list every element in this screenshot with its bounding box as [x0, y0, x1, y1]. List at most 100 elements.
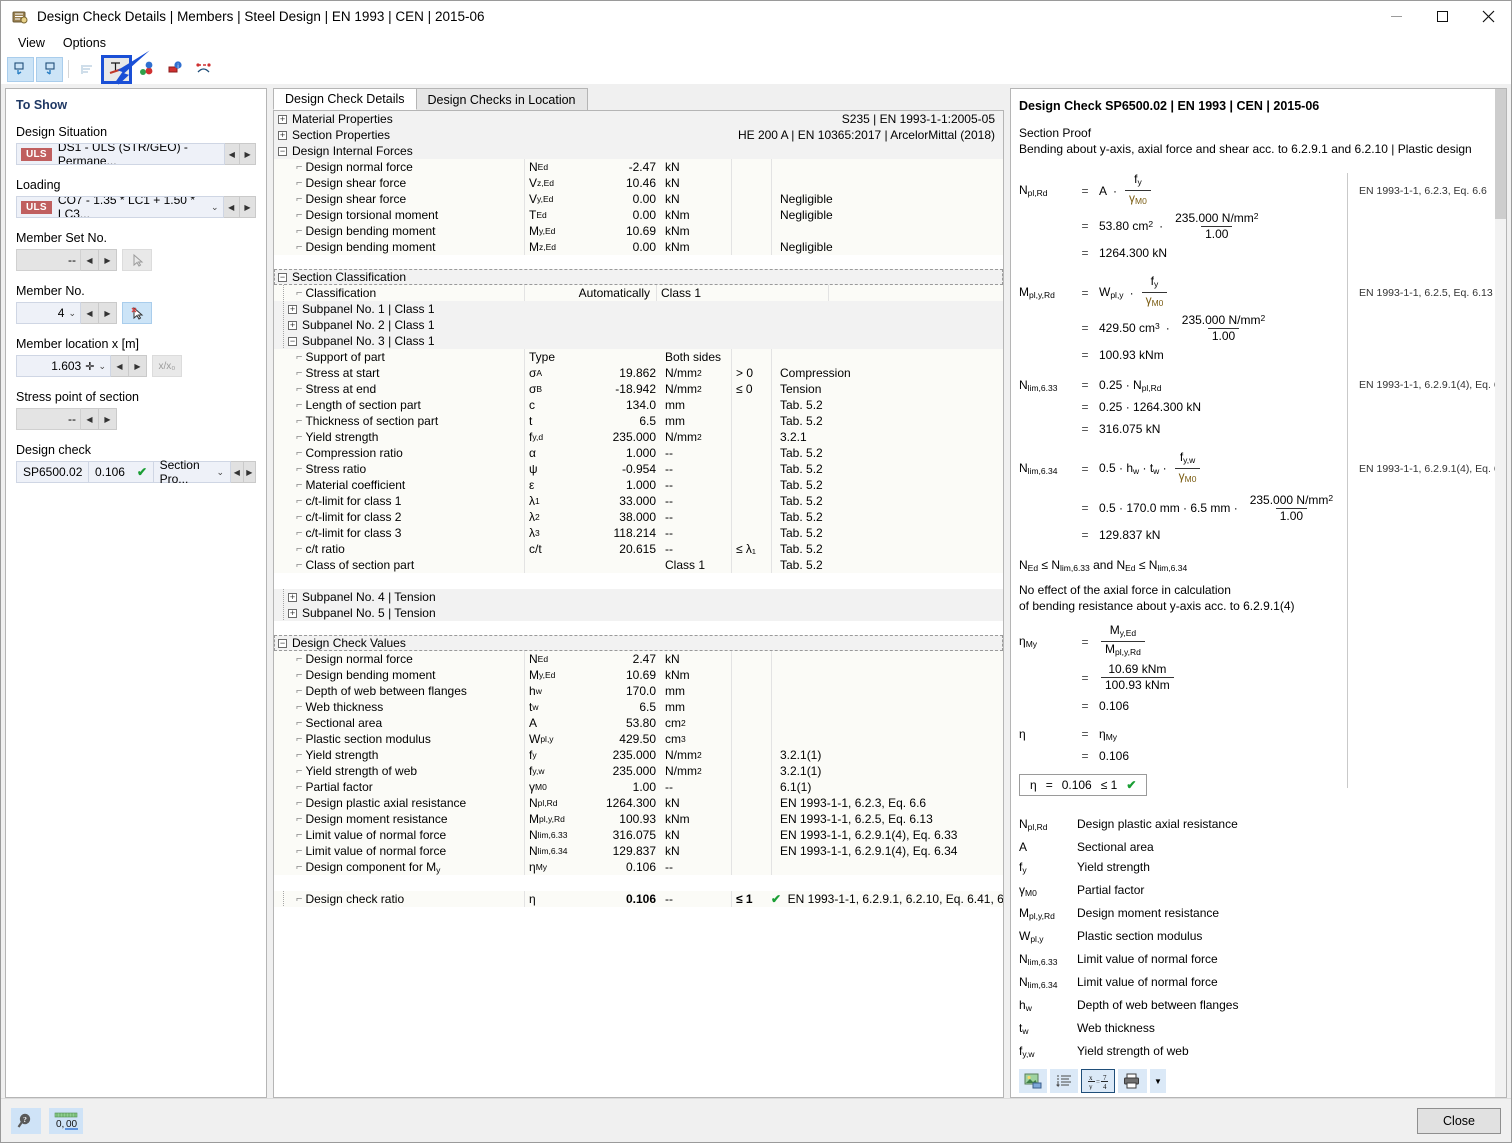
tree-node-subpanel-2[interactable]: + Subpanel No. 2 | Class 1	[274, 317, 1003, 333]
member-location-next-button[interactable]: ▶	[129, 355, 147, 377]
chevron-down-icon[interactable]: ⌄	[211, 202, 219, 213]
tree-node-subpanel-5[interactable]: + Subpanel No. 5 | Tension	[274, 605, 1003, 621]
stress-point-next-button[interactable]: ▶	[99, 408, 117, 430]
expand-icon-sp2[interactable]: +	[288, 320, 297, 330]
decimal-places-icon[interactable]: 0, 00	[49, 1107, 83, 1134]
member-location-prev-button[interactable]: ◀	[111, 355, 129, 377]
row-unit: mm	[665, 684, 685, 698]
collapse-icon[interactable]: −	[278, 146, 287, 156]
image-export-icon[interactable]	[1019, 1069, 1047, 1093]
member-no-next-button[interactable]: ▶	[99, 302, 117, 324]
table-row: ⌐ c/t-limit for class 1 λ 1 33.000 -- Tab. 5.2	[274, 493, 1003, 509]
row-value: 1.00	[632, 780, 656, 794]
formula-display-icon[interactable]: x y = 7 4	[1081, 1069, 1115, 1093]
member-location-input[interactable]: 1.603 ✛ ⌄	[16, 355, 111, 377]
tree-node-subpanel-4[interactable]: + Subpanel No. 4 | Tension	[274, 589, 1003, 605]
close-window-button[interactable]	[1465, 1, 1511, 32]
row-value: 38.000	[619, 510, 656, 524]
legend-symbol: hw	[1019, 998, 1032, 1013]
collapse-icon-3[interactable]: −	[278, 638, 287, 648]
expand-icon-sp4[interactable]: +	[288, 592, 297, 602]
section-diagram-icon[interactable]	[101, 54, 132, 84]
member-set-no-input[interactable]: --	[16, 249, 81, 271]
expand-icon-2[interactable]: +	[278, 130, 287, 140]
tree-node-design-internal-forces[interactable]: − Design Internal Forces	[274, 143, 1003, 159]
collapse-icon-sp3[interactable]: −	[288, 336, 297, 346]
tree-node-design-check-values[interactable]: − Design Check Values	[274, 635, 1003, 651]
menu-view[interactable]: View	[9, 34, 54, 52]
row-unit: mm	[665, 414, 685, 428]
collapse-icon-2[interactable]: −	[278, 272, 287, 282]
tab-design-check-details[interactable]: Design Check Details	[273, 88, 417, 110]
maximize-button[interactable]	[1419, 1, 1465, 32]
row-condition	[731, 445, 771, 461]
chevron-down-icon-check[interactable]: ⌄	[211, 462, 231, 482]
design-check-tree[interactable]: + Material Properties S235 | EN 1993-1-1…	[273, 110, 1004, 1098]
toolbar-separator	[68, 60, 69, 78]
design-check-selector[interactable]: SP6500.02 0.106 ✔ Section Pro... ⌄	[16, 458, 232, 486]
print-icon[interactable]	[1118, 1069, 1147, 1093]
row-symbol: N Ed	[524, 159, 599, 175]
member-set-prev-button[interactable]: ◀	[81, 249, 99, 271]
design-situation-prev-button[interactable]: ◀	[224, 143, 241, 165]
tab-design-checks-in-location[interactable]: Design Checks in Location	[415, 88, 588, 110]
detail-scrollbar[interactable]	[1495, 89, 1506, 1097]
legend-description: Sectional area	[1077, 840, 1154, 854]
member-location-ratio-button[interactable]: x/x₀	[152, 355, 182, 377]
row-symbol	[524, 557, 599, 573]
svg-text:x: x	[1089, 1074, 1093, 1082]
stress-point-prev-button[interactable]: ◀	[81, 408, 99, 430]
table-row: ⌐ Sectional area A 53.80 cm 2	[274, 715, 1003, 731]
tree-node-subpanel-3[interactable]: − Subpanel No. 3 | Class 1	[274, 333, 1003, 349]
member-no-prev-button[interactable]: ◀	[81, 302, 99, 324]
member-set-pick-icon[interactable]	[122, 249, 152, 271]
design-check-prev-button[interactable]: ◀	[231, 461, 244, 483]
member-set-no-row: -- ◀ ▶	[16, 249, 256, 271]
list-detail-icon[interactable]	[1050, 1069, 1078, 1093]
close-button[interactable]: Close	[1417, 1107, 1501, 1134]
window-controls	[1373, 1, 1511, 32]
expand-icon-sp5[interactable]: +	[288, 608, 297, 618]
member-no-pick-icon[interactable]	[122, 302, 152, 324]
row-label: Design bending moment	[305, 240, 436, 254]
legend-description: Partial factor	[1077, 883, 1145, 897]
member-no-input[interactable]: 4 ⌄	[16, 302, 81, 324]
diagram-curve-icon[interactable]	[190, 57, 217, 82]
design-check-next-button[interactable]: ▶	[243, 461, 256, 483]
tree-node-section-classification[interactable]: − Section Classification	[274, 269, 1003, 285]
chevron-down-icon-member[interactable]: ⌄	[68, 308, 76, 319]
menu-options[interactable]: Options	[54, 34, 115, 52]
loading-prev-button[interactable]: ◀	[223, 196, 240, 218]
stress-point-input[interactable]: --	[16, 408, 81, 430]
expand-icon[interactable]: +	[278, 114, 287, 124]
print-dropdown-icon[interactable]: ▼	[1150, 1069, 1166, 1093]
help-magnifier-icon[interactable]: ?	[11, 1107, 41, 1134]
scrollbar-thumb[interactable]	[1495, 89, 1506, 219]
tree-node-subpanel-1[interactable]: + Subpanel No. 1 | Class 1	[274, 301, 1003, 317]
tree-node-material-properties[interactable]: + Material Properties S235 | EN 1993-1-1…	[274, 111, 1003, 127]
legend-item: Wpl,y Plastic section modulus	[1019, 926, 1496, 949]
expand-icon-sp1[interactable]: +	[288, 304, 297, 314]
design-situation-input[interactable]: ULS DS1 - ULS (STR/GEO) - Permane...	[16, 143, 225, 165]
previous-result-icon[interactable]	[7, 56, 34, 82]
loading-next-button[interactable]: ▶	[239, 196, 256, 218]
row-unit: --	[665, 526, 673, 540]
loading-input[interactable]: ULS CO7 - 1.35 * LC1 + 1.50 * LC3... ⌄	[16, 196, 224, 218]
next-result-icon[interactable]	[36, 56, 63, 82]
row-condition	[731, 159, 771, 175]
member-set-next-button[interactable]: ▶	[99, 249, 117, 271]
row-unit: N/mm 2	[665, 748, 702, 762]
row-unit: N/mm 2	[665, 366, 702, 380]
tree-node-section-properties[interactable]: + Section Properties HE 200 A | EN 10365…	[274, 127, 1003, 143]
list-view-icon[interactable]	[74, 57, 101, 82]
row-value: 1.000	[625, 446, 656, 460]
row-unit: --	[665, 860, 673, 874]
stress-points-icon[interactable]	[132, 57, 159, 82]
design-situation-next-button[interactable]: ▶	[240, 143, 256, 165]
member-info-icon[interactable]: i	[161, 57, 188, 82]
minimize-button[interactable]	[1373, 1, 1419, 32]
row-reference: 6.1(1)	[771, 779, 1003, 795]
eta-final-check-icon: ✔	[1126, 778, 1137, 792]
chevron-down-icon-location[interactable]: ⌄	[98, 361, 106, 372]
